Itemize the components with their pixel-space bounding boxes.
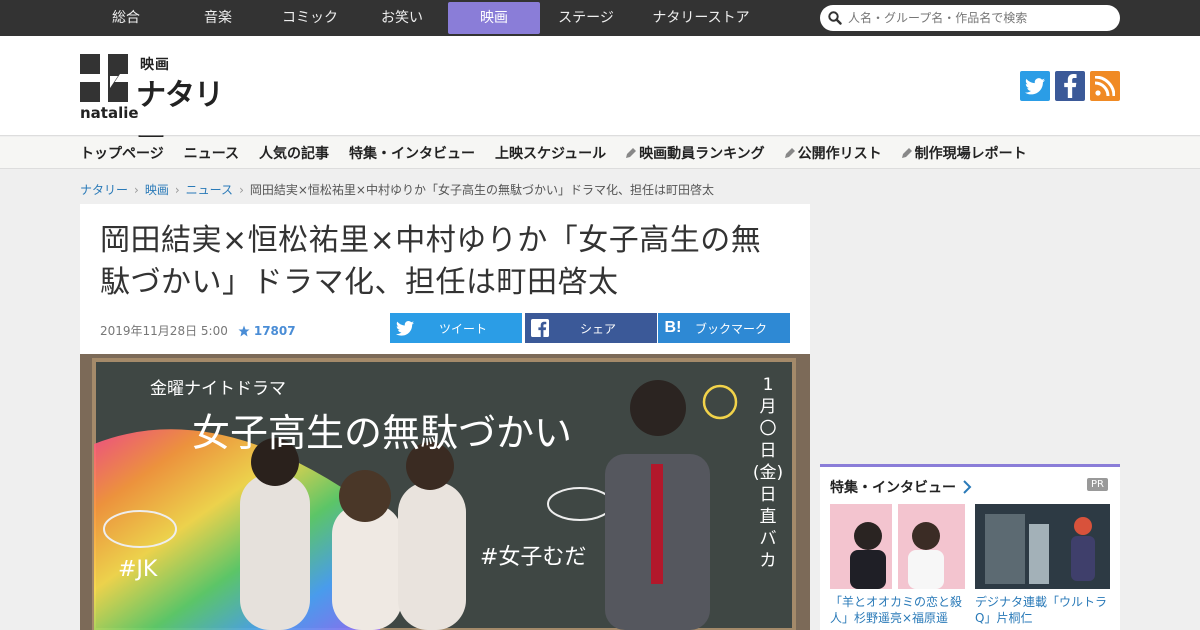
hero-illustration: 金曜ナイトドラマ 女子高生の無駄づかい #JK #女子むだ 1 月 〇 日 (金… [80, 354, 810, 630]
chalk-side-6: 日 [760, 485, 777, 505]
pencil-icon [784, 148, 795, 158]
site-header: 映画 ナタリー natalie [0, 36, 1200, 157]
chevron-right-icon: › [134, 182, 139, 197]
tweet-button[interactable]: ツイート [390, 313, 522, 343]
feature-card-2-caption[interactable]: デジナタ連載「ウルトラQ」片桐仁 [975, 594, 1110, 626]
genre-tab-comic[interactable]: コミック [264, 2, 356, 34]
article-title-line1: 岡田結実×恒松祐里×中村ゆりか「女子高生の無 [100, 223, 762, 258]
article-title: 岡田結実×恒松祐里×中村ゆりか「女子高生の無 駄づかい」ドラマ化、担任は町田啓太 [100, 220, 800, 304]
pencil-icon [626, 148, 637, 158]
subnav-report[interactable]: 制作現場レポート [901, 143, 1027, 163]
facebook-share-button[interactable]: シェア [525, 313, 657, 343]
hatena-bookmark-label: ブックマーク [694, 321, 767, 336]
star-icon [238, 325, 250, 336]
sidebar-heading[interactable]: 特集・インタビュー [830, 477, 972, 497]
subnav-ranking-label: 映画動員ランキング [639, 146, 765, 162]
breadcrumb: ナタリー › 映画 › ニュース › 岡田結実×恒松祐里×中村ゆりか「女子高生の… [80, 181, 714, 198]
hatena-bookmark-button[interactable]: B! ブックマーク [658, 313, 790, 343]
breadcrumb-eiga[interactable]: 映画 [145, 181, 169, 198]
natalie-logo-icon [80, 54, 128, 102]
feature-card-1-caption[interactable]: 「羊とオオカミの恋と殺人」杉野遥亮×福原遥 [830, 594, 965, 626]
pr-badge: PR [1087, 478, 1108, 491]
subnav-release-list-label: 公開作リスト [797, 146, 882, 162]
chevron-right-icon [963, 480, 972, 494]
chalk-hashtag-joshimuda: #女子むだ [480, 545, 586, 570]
sidebar-heading-label: 特集・インタビュー [830, 480, 956, 496]
chalk-side-1: 1 [763, 375, 774, 395]
breadcrumb-natalie[interactable]: ナタリー [80, 181, 128, 198]
chalk-side-5: (金) [753, 463, 783, 483]
chalk-side-4: 日 [760, 441, 777, 461]
search-icon [828, 11, 842, 25]
subnav-release-list[interactable]: 公開作リスト [784, 143, 882, 163]
genre-tab-music[interactable]: 音楽 [172, 2, 264, 34]
chalk-side-9: カ [760, 551, 777, 571]
twitter-link[interactable] [1020, 71, 1050, 101]
genre-tab-eiga[interactable]: 映画 [448, 2, 540, 34]
chalk-side-8: バ [760, 529, 777, 549]
subnav-news[interactable]: ニュース [184, 143, 239, 163]
subnav-feature[interactable]: 特集・インタビュー [349, 143, 475, 163]
chalk-hashtag-jk: #JK [118, 557, 158, 582]
facebook-icon [531, 319, 549, 337]
sub-navigation: トップページ ニュース 人気の記事 特集・インタビュー 上映スケジュール 映画動… [0, 137, 1200, 169]
feature-card-1-illustration [830, 504, 965, 589]
tweet-button-label: ツイート [438, 321, 487, 336]
rss-icon [1095, 76, 1115, 96]
subnav-popular[interactable]: 人気の記事 [259, 143, 329, 163]
twitter-icon [396, 320, 414, 336]
genre-tab-general[interactable]: 総合 [80, 2, 172, 34]
feature-sidebar: 特集・インタビュー PR 「羊とオオカミの恋と殺人」杉野遥亮×福原遥 デジナタ連… [820, 464, 1120, 630]
genre-tab-owarai[interactable]: お笑い [356, 2, 448, 34]
chevron-right-icon: › [239, 182, 244, 197]
subnav-ranking[interactable]: 映画動員ランキング [626, 143, 765, 163]
facebook-link[interactable] [1055, 71, 1085, 101]
genre-bar: 総合 音楽 コミック お笑い 映画 ステージ ナタリーストア [0, 0, 1200, 36]
chalk-subtitle: 金曜ナイトドラマ [150, 379, 286, 399]
article-date: 2019年11月28日 5:00 [100, 324, 228, 338]
hero-image: 金曜ナイトドラマ 女子高生の無駄づかい #JK #女子むだ 1 月 〇 日 (金… [80, 354, 810, 630]
facebook-icon [1064, 74, 1077, 98]
chevron-right-icon: › [174, 182, 180, 197]
feature-card-1-image[interactable] [830, 504, 965, 589]
feature-card-2-image[interactable] [975, 504, 1110, 589]
site-logo[interactable]: 映画 ナタリー natalie [80, 54, 250, 157]
article-meta: 2019年11月28日 5:00 17807 [100, 322, 296, 339]
subnav-schedule[interactable]: 上映スケジュール [495, 143, 606, 163]
chalk-title: 女子高生の無駄づかい [192, 411, 572, 455]
pencil-icon [901, 148, 912, 158]
chalk-side-2: 月 [760, 397, 777, 417]
rss-link[interactable] [1090, 71, 1120, 101]
facebook-share-label: シェア [579, 321, 616, 336]
breadcrumb-news[interactable]: ニュース [186, 181, 233, 198]
feature-card-2-illustration [975, 504, 1110, 589]
breadcrumb-current: 岡田結実×恒松祐里×中村ゆりか「女子高生の無駄づかい」ドラマ化、担任は町田啓太 [249, 183, 714, 197]
hatena-bookmark-icon: B! [664, 319, 682, 336]
genre-tabs: 総合 音楽 コミック お笑い 映画 ステージ ナタリーストア [80, 2, 770, 34]
search-input[interactable] [848, 11, 1108, 25]
chalk-side-3: 〇 [760, 419, 777, 439]
logo-roman: natalie [80, 104, 139, 122]
chalk-side-7: 直 [760, 507, 777, 527]
subnav-top[interactable]: トップページ [80, 143, 164, 163]
star-count[interactable]: 17807 [238, 324, 296, 338]
genre-tab-store[interactable]: ナタリーストア [632, 2, 770, 34]
article-title-line2: 駄づかい」ドラマ化、担任は町田啓太 [100, 265, 619, 300]
star-count-value: 17807 [253, 323, 296, 338]
twitter-icon [1025, 77, 1045, 94]
article: 岡田結実×恒松祐里×中村ゆりか「女子高生の無 駄づかい」ドラマ化、担任は町田啓太… [80, 204, 810, 630]
subnav-report-label: 制作現場レポート [914, 146, 1027, 162]
genre-tab-stage[interactable]: ステージ [540, 2, 632, 34]
search-box[interactable] [820, 5, 1120, 31]
